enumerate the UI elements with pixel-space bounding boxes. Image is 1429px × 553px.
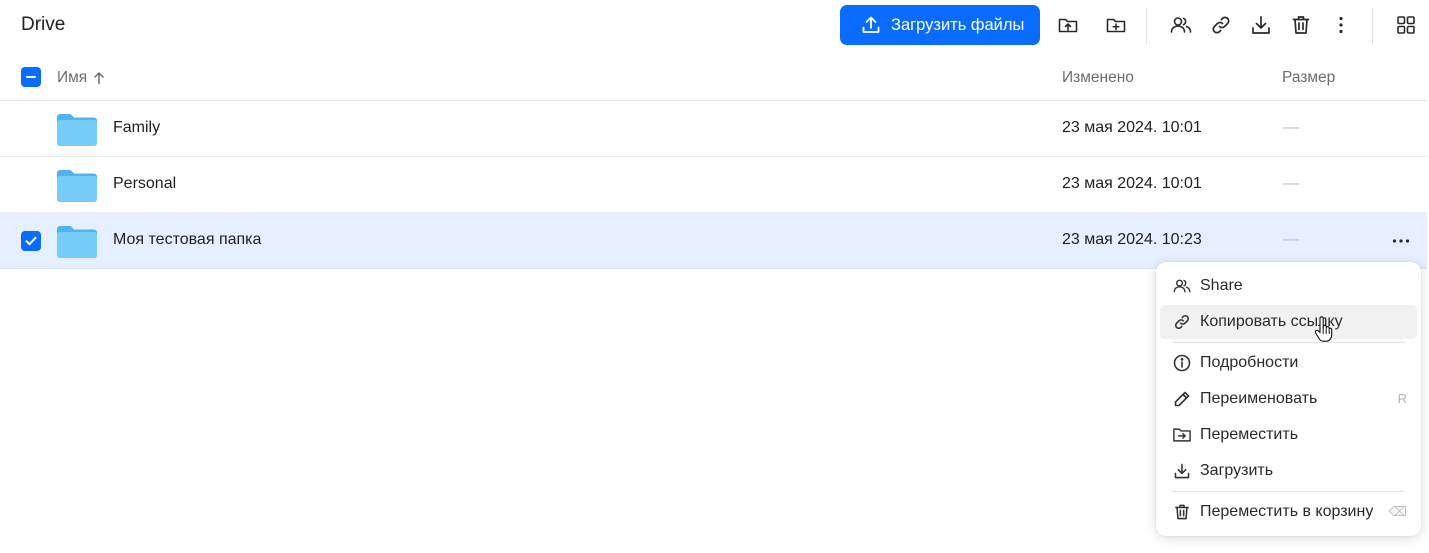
menu-item-download[interactable]: Загрузить [1160, 454, 1417, 488]
menu-item-label: Переименовать [1200, 390, 1318, 407]
pencil-icon [1172, 389, 1192, 409]
upload-icon [861, 15, 881, 35]
menu-item-label: Переместить [1200, 426, 1299, 443]
more-vertical-icon[interactable] [1321, 5, 1361, 45]
row-name: Personal [113, 175, 177, 192]
menu-item-share[interactable]: Share [1160, 269, 1417, 303]
menu-item-label: Share [1200, 277, 1243, 294]
folder-icon [57, 113, 97, 146]
shortcut-hint: R [1397, 391, 1407, 406]
column-header-modified[interactable]: Изменено [1062, 69, 1134, 87]
toolbar-divider [1146, 8, 1147, 44]
download-icon [1172, 461, 1192, 481]
menu-item-move-to-trash[interactable]: Переместить в корзину ⌫ [1160, 495, 1417, 529]
row-modified: 23 мая 2024. 10:23 [1062, 231, 1202, 248]
table-row[interactable]: Personal 23 мая 2024. 10:01 — [0, 157, 1427, 213]
top-bar: Drive Загрузить файлы [0, 0, 1429, 50]
shortcut-hint: ⌫ [1388, 504, 1407, 519]
grid-view-icon[interactable] [1386, 5, 1426, 45]
sort-ascending-icon [93, 71, 105, 85]
upload-folder-icon[interactable] [1048, 5, 1088, 45]
folder-icon [57, 169, 97, 202]
menu-item-move[interactable]: Переместить [1160, 418, 1417, 452]
share-icon[interactable] [1161, 5, 1201, 45]
trash-icon [1172, 502, 1192, 522]
hand-cursor-icon [1314, 316, 1334, 344]
column-name-label: Имя [57, 69, 88, 86]
menu-item-label: Переместить в корзину [1200, 503, 1374, 520]
menu-divider [1172, 491, 1405, 492]
row-modified: 23 мая 2024. 10:01 [1062, 119, 1202, 136]
menu-item-copy-link[interactable]: Копировать ссылку [1160, 305, 1417, 339]
menu-item-rename[interactable]: Переименовать R [1160, 382, 1417, 416]
new-folder-icon[interactable] [1096, 5, 1136, 45]
menu-divider [1172, 342, 1405, 343]
menu-item-details[interactable]: Подробности [1160, 346, 1417, 380]
row-checkbox[interactable] [21, 231, 41, 251]
table-header: Имя Изменено Размер [0, 54, 1427, 101]
row-name: Моя тестовая папка [113, 231, 262, 248]
menu-item-label: Подробности [1200, 354, 1299, 371]
row-size: — [1283, 231, 1299, 248]
table-row[interactable]: Family 23 мая 2024. 10:01 — [0, 101, 1427, 157]
column-header-name[interactable]: Имя [57, 69, 105, 87]
link-icon[interactable] [1201, 5, 1241, 45]
upload-files-button[interactable]: Загрузить файлы [840, 5, 1040, 45]
trash-icon[interactable] [1281, 5, 1321, 45]
row-size: — [1283, 119, 1299, 136]
app-title: Drive [21, 14, 66, 35]
toolbar-divider [1372, 8, 1373, 44]
upload-files-label: Загрузить файлы [891, 15, 1025, 34]
move-icon [1172, 425, 1192, 445]
download-icon[interactable] [1241, 5, 1281, 45]
context-menu: Share Копировать ссылку Подробности Пере… [1156, 262, 1421, 536]
column-header-size[interactable]: Размер [1282, 69, 1335, 87]
more-horizontal-icon[interactable] [1387, 228, 1415, 254]
share-icon [1172, 276, 1192, 296]
table-row-selected[interactable]: Моя тестовая папка 23 мая 2024. 10:23 — [0, 213, 1427, 269]
row-modified: 23 мая 2024. 10:01 [1062, 175, 1202, 192]
row-size: — [1283, 175, 1299, 192]
link-icon [1172, 312, 1192, 332]
info-icon [1172, 353, 1192, 373]
folder-icon [57, 225, 97, 258]
menu-item-label: Загрузить [1200, 462, 1274, 479]
select-all-checkbox[interactable] [21, 67, 41, 87]
row-name: Family [113, 119, 161, 136]
